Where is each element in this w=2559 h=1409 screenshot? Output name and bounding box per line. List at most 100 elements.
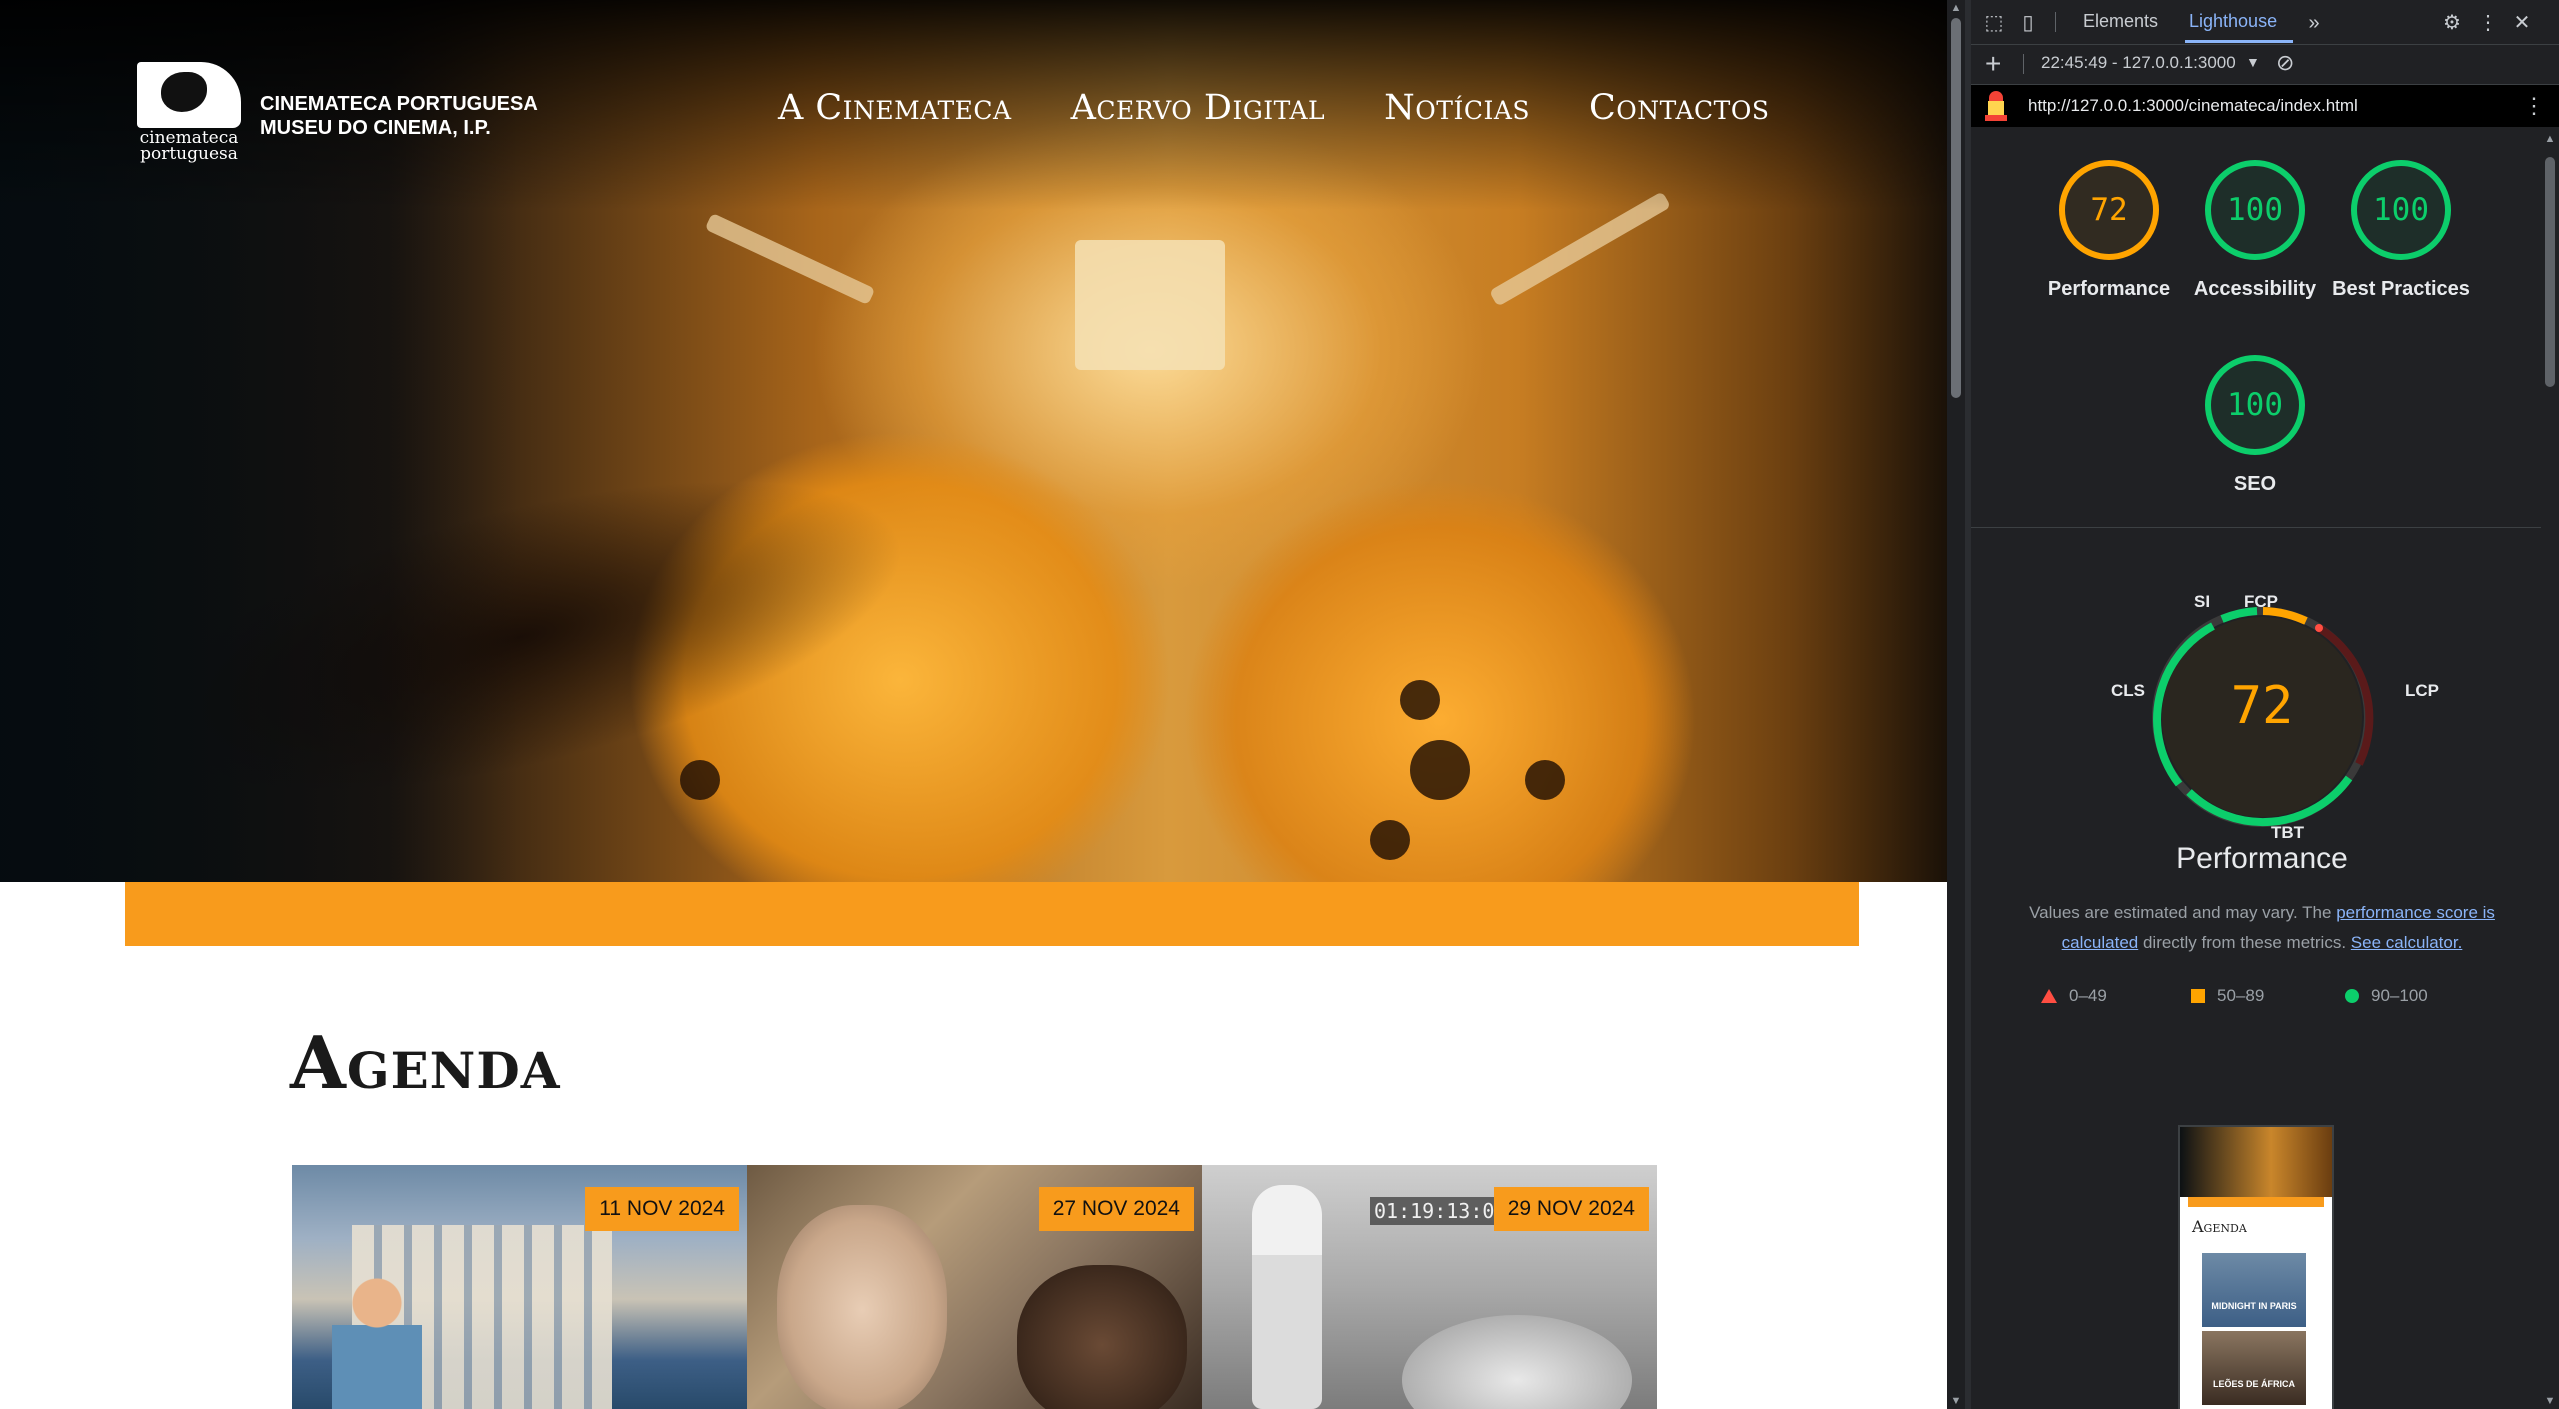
- card-image-raised-fist: [1252, 1185, 1322, 1409]
- audited-url: http://127.0.0.1:3000/cinemateca/index.h…: [2028, 96, 2358, 115]
- thumbnail-card: MIDNIGHT IN PARIS: [2202, 1253, 2306, 1327]
- score-label: SEO: [2233, 473, 2277, 495]
- see-calculator-link[interactable]: See calculator.: [2351, 933, 2463, 952]
- more-tabs-icon[interactable]: »: [2301, 10, 2327, 36]
- scrollbar-thumb[interactable]: [2545, 157, 2555, 387]
- scroll-down-icon[interactable]: ▼: [1950, 1395, 1962, 1407]
- toolbar-divider: [2023, 54, 2024, 74]
- new-report-icon[interactable]: +: [1985, 50, 2001, 78]
- main-nav: A Cinemateca Acervo Digital Notícias Con…: [778, 88, 1769, 128]
- reel-hole: [1370, 820, 1410, 860]
- agenda-card[interactable]: 01:19:13:05 29 NOV 2024: [1202, 1165, 1657, 1409]
- agenda-card[interactable]: 11 NOV 2024: [292, 1165, 747, 1409]
- pass-circle-icon: [2345, 989, 2359, 1003]
- inspect-element-icon[interactable]: ⬚: [1981, 10, 2007, 36]
- tab-elements[interactable]: Elements: [2083, 11, 2158, 32]
- projector-gate: [1075, 240, 1225, 370]
- thumbnail-accent-bar: [2188, 1197, 2324, 1207]
- agenda-card[interactable]: 27 NOV 2024: [747, 1165, 1202, 1409]
- hero-banner: cinemateca portuguesa CINEMATECA PORTUGU…: [0, 0, 1947, 882]
- lighthouse-toolbar: + 22:45:49 - 127.0.0.1:3000 ▼ ⊘: [1971, 44, 2559, 85]
- legend-range: 90–100: [2371, 986, 2428, 1005]
- score-label: Accessibility: [2193, 278, 2317, 300]
- performance-title: Performance: [2176, 842, 2348, 875]
- legend-average: 50–89: [2191, 986, 2264, 1006]
- metric-arc-lcp-marker: [2315, 624, 2323, 632]
- scroll-up-icon[interactable]: ▲: [1950, 2, 1962, 14]
- lighthouse-icon-base: [1985, 115, 2007, 121]
- card-date-badge: 29 NOV 2024: [1493, 1187, 1649, 1231]
- devtools-panel: ⬚ ▯ Elements Lighthouse » ⚙ ⋮ ✕ + 22:45:…: [1971, 0, 2559, 1409]
- thumbnail-card: LEÕES DE ÁFRICA: [2202, 1331, 2306, 1405]
- note-text: Values are estimated and may vary. The: [2029, 903, 2337, 922]
- score-value: 100: [2351, 160, 2451, 260]
- org-name-line: CINEMATECA PORTUGUESA: [260, 93, 538, 115]
- legend-range: 0–49: [2069, 986, 2107, 1005]
- scrollbar-thumb[interactable]: [1951, 18, 1961, 398]
- card-image-child: [1017, 1265, 1187, 1409]
- legend-fail: 0–49: [2041, 986, 2107, 1006]
- devtools-scrollbar[interactable]: ▲ ▼: [2541, 127, 2559, 1409]
- legend-range: 50–89: [2217, 986, 2265, 1005]
- web-page: cinemateca portuguesa CINEMATECA PORTUGU…: [0, 0, 1947, 1409]
- thumbnail-card-caption: MIDNIGHT IN PARIS: [2211, 1301, 2297, 1311]
- nav-a-cinemateca[interactable]: A Cinemateca: [778, 88, 1012, 128]
- device-toolbar-icon[interactable]: ▯: [2015, 10, 2041, 36]
- clear-reports-icon[interactable]: ⊘: [2276, 50, 2294, 76]
- tab-lighthouse[interactable]: Lighthouse: [2189, 11, 2277, 32]
- reel-hole: [1525, 760, 1565, 800]
- card-timecode: 01:19:13:05: [1370, 1197, 1511, 1225]
- score-value: 72: [2059, 160, 2159, 260]
- logo-mark: [137, 62, 241, 128]
- card-image-person: [1402, 1315, 1632, 1409]
- org-name-line: MUSEU DO CINEMA, I.P.: [260, 117, 491, 139]
- metric-label-tbt: TBT: [2271, 823, 2305, 842]
- metric-label-cls: CLS: [2111, 681, 2145, 700]
- thumbnail-card-caption: LEÕES DE ÁFRICA: [2212, 1379, 2295, 1389]
- page-screenshot-thumbnail[interactable]: Agenda MIDNIGHT IN PARIS LEÕES DE ÁFRICA: [2178, 1125, 2334, 1409]
- metric-label-lcp: LCP: [2405, 681, 2439, 700]
- report-selector[interactable]: 22:45:49 - 127.0.0.1:3000: [2041, 53, 2236, 73]
- org-name: CINEMATECA PORTUGUESA MUSEU DO CINEMA, I…: [260, 92, 538, 140]
- performance-score: 72: [2230, 676, 2294, 736]
- card-date-badge: 27 NOV 2024: [1038, 1187, 1194, 1231]
- thumbnail-hero: [2180, 1127, 2332, 1197]
- orange-accent-bar: [125, 882, 1859, 946]
- card-image-child: [777, 1205, 947, 1409]
- site-logo[interactable]: cinemateca portuguesa: [137, 62, 241, 166]
- report-url-bar: http://127.0.0.1:3000/cinemateca/index.h…: [1971, 85, 2559, 127]
- toolbar-divider: [2055, 12, 2056, 32]
- fail-triangle-icon: [2041, 989, 2057, 1003]
- legend-pass: 90–100: [2345, 986, 2428, 1006]
- score-value: 100: [2205, 160, 2305, 260]
- note-text: directly from these metrics.: [2138, 933, 2351, 952]
- reel-hub: [1410, 740, 1470, 800]
- average-square-icon: [2191, 989, 2205, 1003]
- projector-arm: [704, 212, 876, 306]
- score-label: Best Practices: [2332, 278, 2470, 300]
- agenda-title: Agenda: [290, 1020, 561, 1105]
- reel-hole: [1400, 680, 1440, 720]
- score-legend: 0–49 50–89 90–100: [2041, 986, 2491, 1010]
- lighthouse-icon-top: [1989, 91, 2003, 101]
- devtools-tabbar: ⬚ ▯ Elements Lighthouse » ⚙ ⋮ ✕: [1971, 0, 2559, 45]
- nav-contactos[interactable]: Contactos: [1589, 88, 1769, 128]
- chevron-down-icon[interactable]: ▼: [2246, 54, 2260, 70]
- more-options-icon[interactable]: ⋮: [2475, 10, 2501, 36]
- logo-text: portuguesa: [140, 144, 238, 164]
- nav-noticias[interactable]: Notícias: [1384, 88, 1530, 128]
- more-options-icon[interactable]: ⋮: [2523, 93, 2545, 119]
- metric-label-si: SI: [2194, 592, 2211, 611]
- close-icon[interactable]: ✕: [2509, 10, 2535, 36]
- scroll-down-icon[interactable]: ▼: [2544, 1395, 2556, 1407]
- lighthouse-icon: [1985, 91, 2007, 123]
- scroll-up-icon[interactable]: ▲: [2544, 133, 2556, 145]
- metric-label-fcp: FCP: [2244, 592, 2278, 611]
- card-date-badge: 11 NOV 2024: [585, 1187, 739, 1231]
- nav-acervo-digital[interactable]: Acervo Digital: [1071, 88, 1326, 128]
- page-scrollbar[interactable]: ▲ ▼: [1947, 0, 1965, 1409]
- thumbnail-title: Agenda: [2192, 1217, 2247, 1236]
- settings-gear-icon[interactable]: ⚙: [2439, 10, 2465, 36]
- score-value: 100: [2205, 355, 2305, 455]
- performance-note: Values are estimated and may vary. The p…: [1991, 898, 2533, 958]
